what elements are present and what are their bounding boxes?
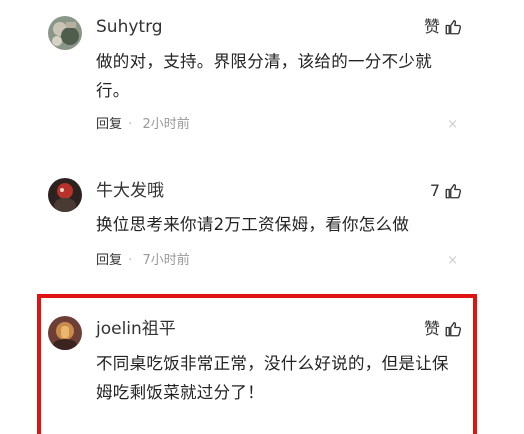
meta-separator: ·	[128, 117, 133, 132]
avatar-image-icon	[48, 178, 82, 212]
username[interactable]: Suhytrg	[96, 16, 163, 38]
like-button[interactable]: 7	[430, 180, 462, 202]
close-icon[interactable]: ×	[447, 116, 458, 134]
like-label: 赞	[423, 17, 440, 36]
like-button[interactable]: 赞	[424, 16, 462, 38]
comment-text: 做的对，支持。界限分清，该给的一分不少就行。	[96, 52, 432, 100]
timestamp: 7小时前	[142, 253, 190, 268]
comment-list: Suhytrg 赞 做的对，支持。界限分清，该给的一分不少就行。 回复 · 2小…	[0, 0, 524, 434]
like-count: 7	[429, 181, 440, 200]
comment-meta: 回复 · 7小时前	[96, 252, 190, 270]
thumbs-up-icon	[445, 19, 462, 35]
thumbs-up-icon	[445, 183, 462, 199]
avatar-image-icon	[48, 316, 82, 350]
like-label: 赞	[423, 319, 440, 338]
avatar[interactable]	[48, 316, 82, 350]
reply-button[interactable]: 回复	[96, 253, 122, 268]
comment-text: 不同桌吃饭非常正常，没什么好说的，但是让保姆吃剩饭菜就过分了！	[96, 354, 449, 402]
comment-text: 换位思考来你请2万工资保姆，看你怎么做	[96, 215, 410, 234]
comment-meta: 回复 · 2小时前	[96, 116, 190, 134]
meta-separator: ·	[128, 253, 133, 268]
close-icon[interactable]: ×	[447, 252, 458, 270]
like-button[interactable]: 赞	[424, 318, 462, 340]
avatar[interactable]	[48, 178, 82, 212]
timestamp: 2小时前	[142, 117, 190, 132]
avatar[interactable]	[48, 16, 82, 50]
avatar-image-icon	[48, 16, 82, 50]
username[interactable]: joelin祖平	[96, 318, 176, 340]
thumbs-up-icon	[445, 321, 462, 337]
username[interactable]: 牛大发哦	[96, 180, 164, 202]
reply-button[interactable]: 回复	[96, 117, 122, 132]
